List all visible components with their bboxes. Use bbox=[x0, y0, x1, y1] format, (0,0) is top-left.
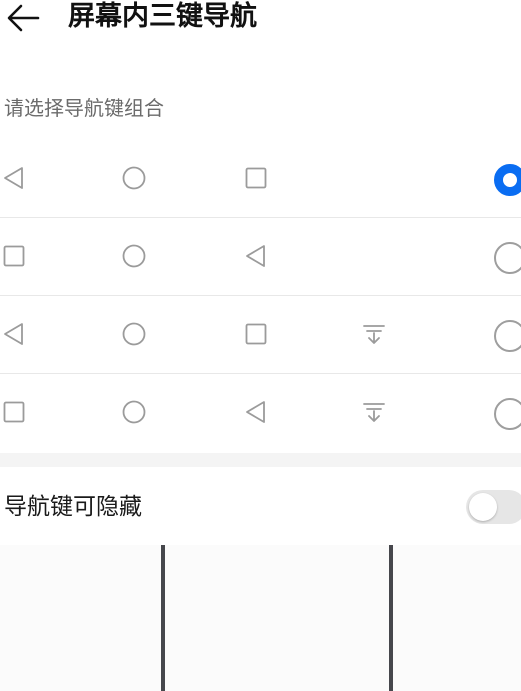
home-circle-icon bbox=[120, 398, 148, 426]
hide-nav-label: 导航键可隐藏 bbox=[4, 494, 142, 520]
option-radio[interactable] bbox=[494, 164, 521, 196]
back-triangle-icon bbox=[0, 320, 28, 348]
notification-pulldown-icon bbox=[360, 320, 388, 348]
option-radio[interactable] bbox=[494, 398, 521, 430]
option-radio[interactable] bbox=[494, 320, 521, 352]
recents-square-icon bbox=[242, 320, 270, 348]
nav-combination-list bbox=[0, 140, 521, 452]
recents-square-icon bbox=[0, 398, 28, 426]
back-triangle-icon bbox=[0, 164, 28, 192]
nav-combination-option-1[interactable] bbox=[0, 140, 521, 218]
home-circle-icon bbox=[120, 242, 148, 270]
nav-combination-option-2[interactable] bbox=[0, 218, 521, 296]
back-triangle-icon bbox=[242, 242, 270, 270]
recents-square-icon bbox=[242, 164, 270, 192]
section-label: 请选择导航键组合 bbox=[4, 96, 164, 120]
nav-preview-area bbox=[0, 545, 521, 691]
hide-nav-row[interactable]: 导航键可隐藏 bbox=[0, 467, 521, 545]
toggle-knob bbox=[469, 493, 497, 521]
section-gap bbox=[0, 453, 521, 467]
nav-combination-option-3[interactable] bbox=[0, 296, 521, 374]
notification-pulldown-icon bbox=[360, 398, 388, 426]
hide-nav-toggle[interactable] bbox=[466, 490, 521, 524]
arrow-left-icon bbox=[7, 4, 40, 32]
back-triangle-icon bbox=[242, 398, 270, 426]
back-button[interactable] bbox=[4, 0, 44, 36]
nav-combination-option-4[interactable] bbox=[0, 374, 521, 452]
preview-divider bbox=[161, 545, 165, 691]
app-bar: 屏幕内三键导航 bbox=[0, 0, 521, 42]
page-title: 屏幕内三键导航 bbox=[68, 1, 257, 32]
preview-divider bbox=[389, 545, 393, 691]
home-circle-icon bbox=[120, 320, 148, 348]
recents-square-icon bbox=[0, 242, 28, 270]
option-radio[interactable] bbox=[494, 242, 521, 274]
home-circle-icon bbox=[120, 164, 148, 192]
